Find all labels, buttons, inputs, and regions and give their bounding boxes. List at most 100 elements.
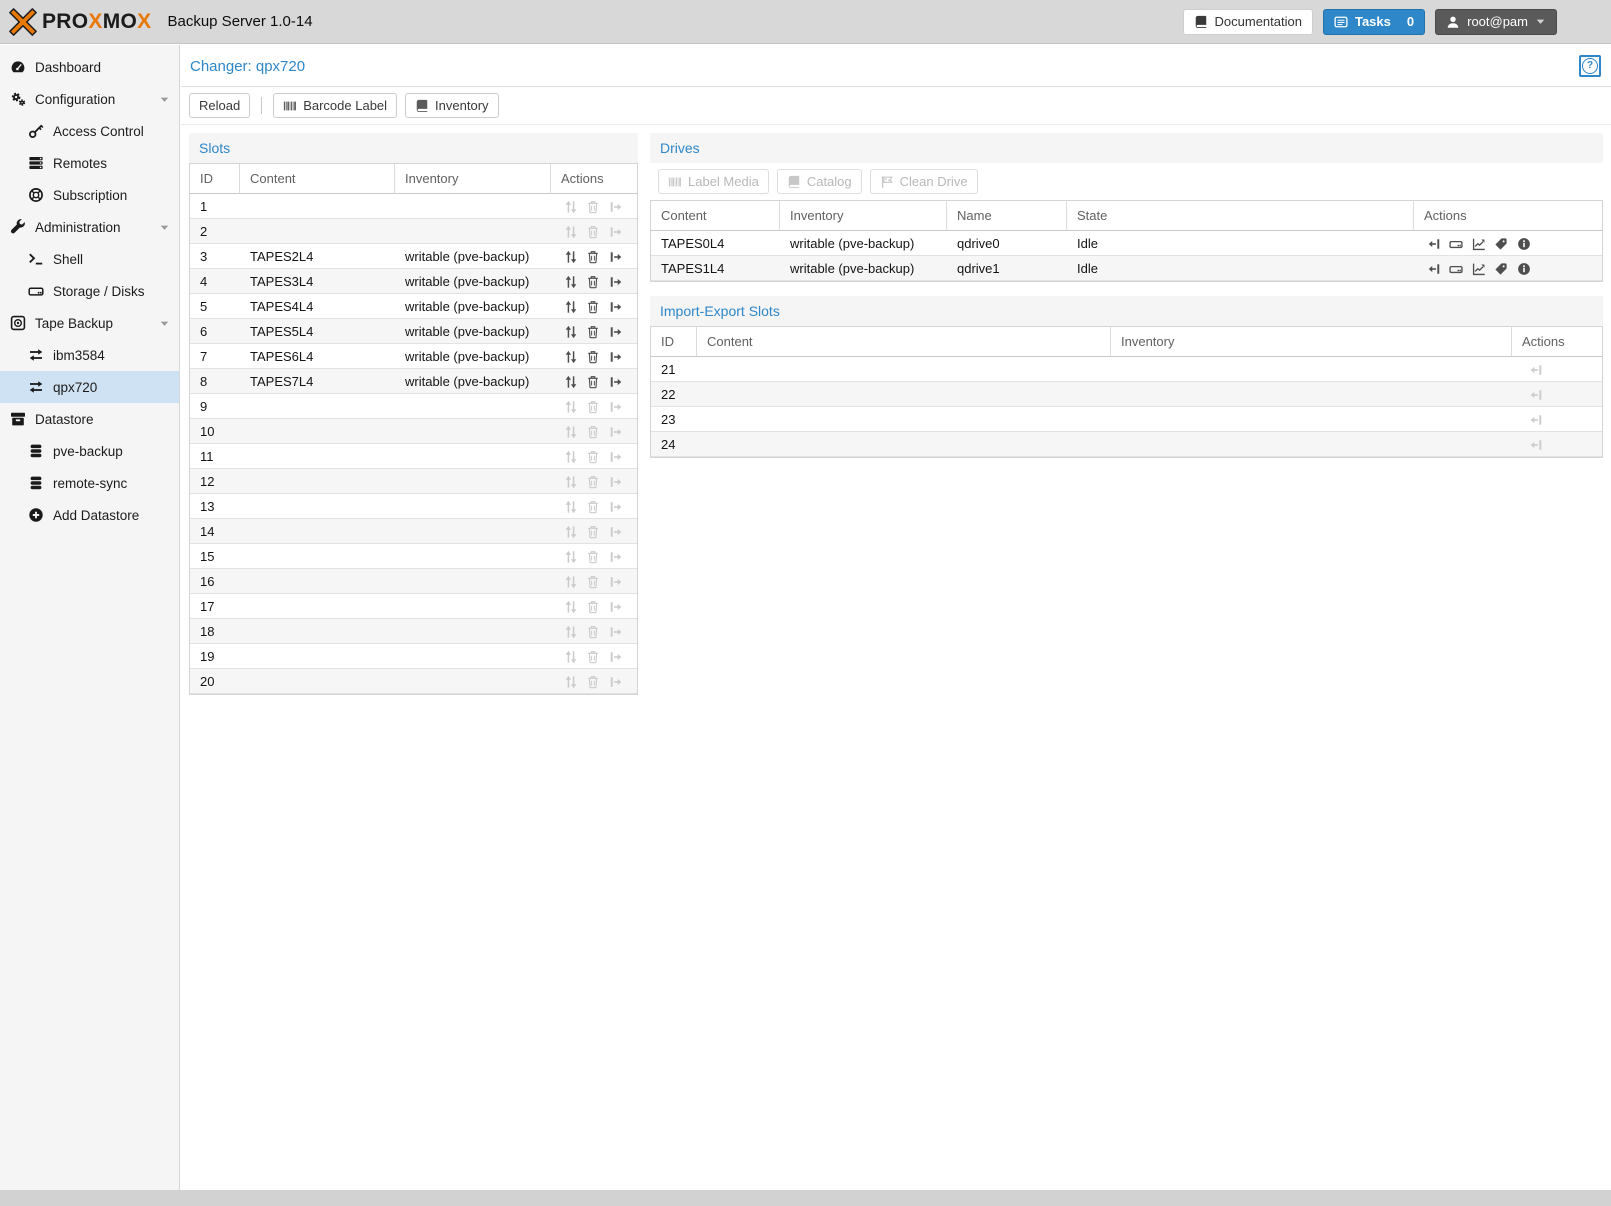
question-icon: ?: [1582, 58, 1598, 74]
column-header-state[interactable]: State: [1067, 201, 1414, 231]
export-icon[interactable]: [609, 250, 623, 264]
erase-icon[interactable]: [586, 250, 600, 264]
sidebar-item-datastore[interactable]: Datastore: [0, 403, 179, 435]
slot-row[interactable]: 7 TAPES6L4 writable (pve-backup): [190, 344, 637, 369]
unload-icon[interactable]: [1427, 237, 1441, 251]
sidebar-item-dashboard[interactable]: Dashboard: [0, 51, 179, 83]
slot-row[interactable]: 8 TAPES7L4 writable (pve-backup): [190, 369, 637, 394]
import-export-row[interactable]: 22: [651, 382, 1602, 407]
transfer-icon[interactable]: [564, 375, 578, 389]
sidebar-item-icon: [10, 59, 26, 75]
sidebar-item-tape-backup[interactable]: Tape Backup: [0, 307, 179, 339]
slot-row[interactable]: 2: [190, 219, 637, 244]
reload-button[interactable]: Reload: [189, 93, 250, 118]
slot-row[interactable]: 15: [190, 544, 637, 569]
column-header-content[interactable]: Content: [240, 164, 395, 194]
drive-row[interactable]: TAPES0L4 writable (pve-backup) qdrive0 I…: [651, 231, 1602, 256]
read-label-icon[interactable]: [1494, 262, 1508, 276]
import-export-row[interactable]: 23: [651, 407, 1602, 432]
sidebar-item-configuration[interactable]: Configuration: [0, 83, 179, 115]
barcode-label-text: Barcode Label: [303, 98, 387, 113]
column-header-name[interactable]: Name: [947, 201, 1067, 231]
slot-row[interactable]: 20: [190, 669, 637, 694]
slot-row[interactable]: 9: [190, 394, 637, 419]
chevron-down-icon[interactable]: [159, 318, 170, 329]
sidebar-item-add-datastore[interactable]: Add Datastore: [0, 499, 179, 531]
slot-row[interactable]: 14: [190, 519, 637, 544]
export-icon[interactable]: [609, 375, 623, 389]
sidebar-item-icon: [28, 187, 44, 203]
sidebar-item-administration[interactable]: Administration: [0, 211, 179, 243]
transfer-icon[interactable]: [564, 300, 578, 314]
slot-inventory: [395, 544, 551, 569]
export-icon[interactable]: [609, 325, 623, 339]
column-header-id[interactable]: ID: [651, 327, 697, 357]
sidebar-item-subscription[interactable]: Subscription: [0, 179, 179, 211]
erase-icon[interactable]: [586, 375, 600, 389]
column-header-inventory[interactable]: Inventory: [395, 164, 551, 194]
import-export-row[interactable]: 21: [651, 357, 1602, 382]
barcode-label-button[interactable]: Barcode Label: [273, 93, 397, 118]
export-icon[interactable]: [609, 300, 623, 314]
sidebar-item-remote-sync[interactable]: remote-sync: [0, 467, 179, 499]
user-menu-button[interactable]: root@pam: [1435, 9, 1557, 35]
transfer-icon[interactable]: [564, 250, 578, 264]
volume-statistics-icon[interactable]: [1472, 262, 1486, 276]
slot-row[interactable]: 3 TAPES2L4 writable (pve-backup): [190, 244, 637, 269]
export-icon[interactable]: [609, 275, 623, 289]
volume-statistics-icon[interactable]: [1472, 237, 1486, 251]
sidebar-item-ibm3584[interactable]: ibm3584: [0, 339, 179, 371]
erase-icon[interactable]: [586, 325, 600, 339]
unload-icon[interactable]: [1427, 262, 1441, 276]
erase-icon[interactable]: [586, 300, 600, 314]
export-icon: [609, 200, 623, 214]
sidebar-item-shell[interactable]: Shell: [0, 243, 179, 275]
eject-drive-icon[interactable]: [1449, 237, 1463, 251]
transfer-icon[interactable]: [564, 350, 578, 364]
slot-row[interactable]: 1: [190, 194, 637, 219]
erase-icon[interactable]: [586, 275, 600, 289]
slot-row[interactable]: 13: [190, 494, 637, 519]
sidebar-item-storage-disks[interactable]: Storage / Disks: [0, 275, 179, 307]
documentation-button[interactable]: Documentation: [1183, 9, 1313, 35]
chevron-down-icon[interactable]: [159, 94, 170, 105]
column-header-actions[interactable]: Actions: [1414, 201, 1602, 231]
inventory-button[interactable]: Inventory: [405, 93, 498, 118]
status-info-icon[interactable]: [1517, 262, 1531, 276]
column-header-id[interactable]: ID: [190, 164, 240, 194]
slot-row[interactable]: 4 TAPES3L4 writable (pve-backup): [190, 269, 637, 294]
export-icon[interactable]: [609, 350, 623, 364]
slot-content: TAPES2L4: [240, 244, 395, 269]
read-label-icon[interactable]: [1494, 237, 1508, 251]
help-button[interactable]: ?: [1579, 55, 1601, 77]
chevron-down-icon[interactable]: [159, 222, 170, 233]
column-header-inventory[interactable]: Inventory: [780, 201, 947, 231]
slot-row[interactable]: 10: [190, 419, 637, 444]
column-header-actions[interactable]: Actions: [1512, 327, 1602, 357]
column-header-actions[interactable]: Actions: [551, 164, 637, 194]
eject-drive-icon[interactable]: [1449, 262, 1463, 276]
sidebar-item-qpx720[interactable]: qpx720: [0, 371, 179, 403]
transfer-icon[interactable]: [564, 275, 578, 289]
slot-row[interactable]: 19: [190, 644, 637, 669]
column-header-inventory[interactable]: Inventory: [1111, 327, 1512, 357]
slot-row[interactable]: 6 TAPES5L4 writable (pve-backup): [190, 319, 637, 344]
sidebar-item-pve-backup[interactable]: pve-backup: [0, 435, 179, 467]
drive-row[interactable]: TAPES1L4 writable (pve-backup) qdrive1 I…: [651, 256, 1602, 281]
slot-row[interactable]: 11: [190, 444, 637, 469]
column-header-content[interactable]: Content: [651, 201, 780, 231]
slot-row[interactable]: 12: [190, 469, 637, 494]
sidebar-item-access-control[interactable]: Access Control: [0, 115, 179, 147]
transfer-icon[interactable]: [564, 325, 578, 339]
slot-row[interactable]: 5 TAPES4L4 writable (pve-backup): [190, 294, 637, 319]
slot-row[interactable]: 17: [190, 594, 637, 619]
column-header-content[interactable]: Content: [697, 327, 1111, 357]
erase-icon[interactable]: [586, 350, 600, 364]
slot-row[interactable]: 16: [190, 569, 637, 594]
status-info-icon[interactable]: [1517, 237, 1531, 251]
import-export-row[interactable]: 24: [651, 432, 1602, 457]
slot-row[interactable]: 18: [190, 619, 637, 644]
slot-actions: [551, 594, 637, 619]
sidebar-item-remotes[interactable]: Remotes: [0, 147, 179, 179]
tasks-button[interactable]: Tasks 0: [1323, 9, 1425, 35]
